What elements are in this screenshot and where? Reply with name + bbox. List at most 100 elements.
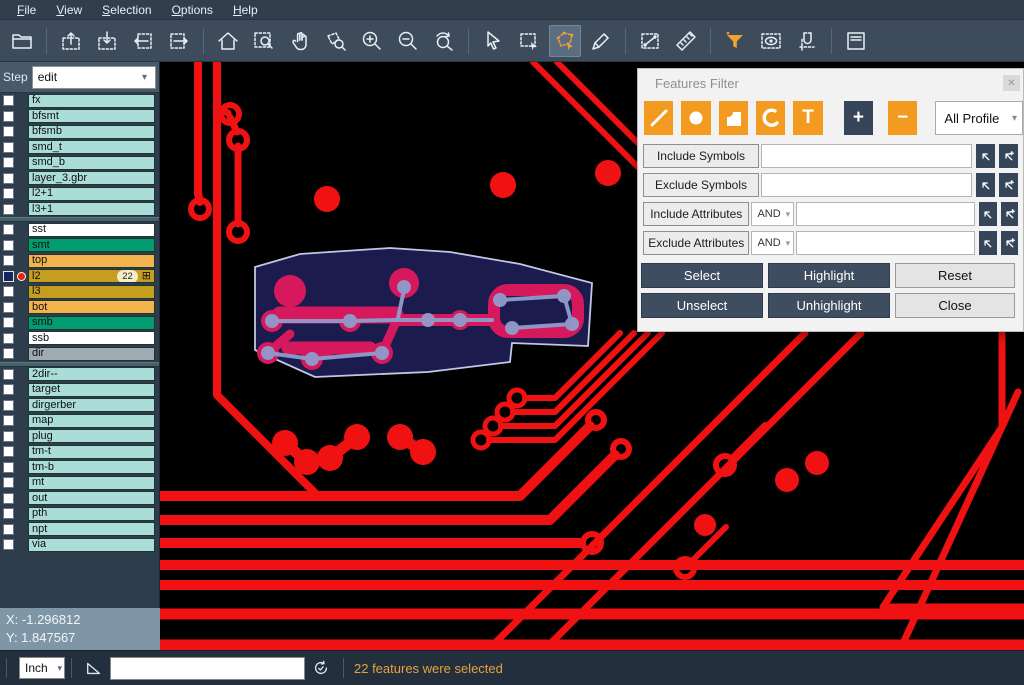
menu-item-file[interactable]: File	[8, 2, 45, 18]
pan-right-icon[interactable]	[163, 25, 195, 57]
zoom-previous-icon[interactable]	[428, 25, 460, 57]
zoom-out-icon[interactable]	[392, 25, 424, 57]
surface-icon[interactable]	[719, 101, 748, 135]
layer-visibility-checkbox[interactable]	[3, 204, 14, 215]
text-icon[interactable]: T	[793, 101, 822, 135]
close-button[interactable]: Close	[895, 293, 1015, 318]
filter-value-input[interactable]	[796, 202, 975, 226]
layer-name-field[interactable]: bfsmt	[28, 109, 155, 123]
menu-item-help[interactable]: Help	[224, 2, 267, 18]
angle-measure-icon[interactable]	[82, 656, 106, 680]
layer-visibility-checkbox[interactable]	[3, 111, 14, 122]
layer-name-field[interactable]: fx	[28, 94, 155, 108]
layer-visibility-checkbox[interactable]	[3, 477, 14, 488]
layer-name-field[interactable]: dirgerber	[28, 398, 155, 412]
pick-arrow-add-icon[interactable]	[1001, 231, 1018, 255]
pick-arrow-add-icon[interactable]	[999, 173, 1018, 197]
layer-name-field[interactable]: mt	[28, 476, 155, 490]
pick-arrow-icon[interactable]	[979, 202, 996, 226]
layer-name-field[interactable]: sst	[28, 223, 155, 237]
layer-visibility-checkbox[interactable]	[3, 126, 14, 137]
select-polygon-icon[interactable]	[549, 25, 581, 57]
layer-visibility-checkbox[interactable]	[3, 188, 14, 199]
layer-name-field[interactable]: 2dir--	[28, 367, 155, 381]
layer-name-field[interactable]: l222⊞	[28, 269, 155, 283]
layer-name-field[interactable]: bfsmb	[28, 125, 155, 139]
select-rect-icon[interactable]	[513, 25, 545, 57]
pick-arrow-icon[interactable]	[979, 231, 996, 255]
unhighlight-button[interactable]: Unhighlight	[768, 293, 890, 318]
layer-name-field[interactable]: tm-b	[28, 460, 155, 474]
unit-select[interactable]: Inch ▾	[19, 657, 65, 679]
layer-visibility-checkbox[interactable]	[3, 95, 14, 106]
unselect-button[interactable]: Unselect	[641, 293, 763, 318]
layers-form-icon[interactable]	[840, 25, 872, 57]
layer-visibility-checkbox[interactable]	[3, 446, 14, 457]
layer-visibility-checkbox[interactable]	[3, 286, 14, 297]
layer-visibility-checkbox[interactable]	[3, 302, 14, 313]
profile-select[interactable]: All Profile ▾	[935, 101, 1023, 135]
layer-name-field[interactable]: via	[28, 538, 155, 552]
dialog-title-bar[interactable]: Features Filter ✕	[638, 69, 1023, 97]
layer-name-field[interactable]: target	[28, 383, 155, 397]
layer-name-field[interactable]: smt	[28, 238, 155, 252]
layer-visibility-checkbox[interactable]	[3, 142, 14, 153]
grid-icon[interactable]: ⊞	[142, 271, 151, 281]
home-icon[interactable]	[212, 25, 244, 57]
layer-visibility-checkbox[interactable]	[3, 271, 14, 282]
pick-arrow-icon[interactable]	[976, 173, 995, 197]
filter-label-button[interactable]: Include Symbols	[643, 144, 759, 168]
pad-icon[interactable]	[681, 101, 710, 135]
layer-visibility-checkbox[interactable]	[3, 384, 14, 395]
layer-name-field[interactable]: tm-t	[28, 445, 155, 459]
layer-name-field[interactable]: npt	[28, 522, 155, 536]
layer-name-field[interactable]: l2+1	[28, 187, 155, 201]
layer-visibility-checkbox[interactable]	[3, 369, 14, 380]
add-filter-icon[interactable]: +	[844, 101, 873, 135]
filter-value-input[interactable]	[761, 144, 972, 168]
pan-left-icon[interactable]	[127, 25, 159, 57]
layer-name-field[interactable]: plug	[28, 429, 155, 443]
menu-item-options[interactable]: Options	[163, 2, 222, 18]
ruler-icon[interactable]	[670, 25, 702, 57]
layer-name-field[interactable]: smd_t	[28, 140, 155, 154]
layer-visibility-checkbox[interactable]	[3, 431, 14, 442]
layer-visibility-checkbox[interactable]	[3, 333, 14, 344]
layer-visibility-checkbox[interactable]	[3, 400, 14, 411]
reset-button[interactable]: Reset	[895, 263, 1015, 288]
refresh-icon[interactable]	[309, 656, 333, 680]
layer-name-field[interactable]: layer_3.gbr	[28, 171, 155, 185]
highlight-button[interactable]: Highlight	[768, 263, 890, 288]
pick-arrow-icon[interactable]	[976, 144, 995, 168]
layer-visibility-checkbox[interactable]	[3, 348, 14, 359]
layer-name-field[interactable]: l3+1	[28, 202, 155, 216]
layer-visibility-checkbox[interactable]	[3, 508, 14, 519]
select-button[interactable]: Select	[641, 263, 763, 288]
command-input[interactable]	[110, 657, 305, 680]
open-folder-icon[interactable]	[6, 25, 38, 57]
pan-hand-icon[interactable]	[284, 25, 316, 57]
layer-visibility-checkbox[interactable]	[3, 462, 14, 473]
layer-visibility-checkbox[interactable]	[3, 224, 14, 235]
measure-line-icon[interactable]	[634, 25, 666, 57]
filter-value-input[interactable]	[761, 173, 972, 197]
remove-filter-icon[interactable]: −	[888, 101, 917, 135]
layer-visibility-checkbox[interactable]	[3, 524, 14, 535]
pick-arrow-add-icon[interactable]	[1001, 202, 1018, 226]
layer-name-field[interactable]: l3	[28, 285, 155, 299]
layer-visibility-checkbox[interactable]	[3, 255, 14, 266]
zoom-in-icon[interactable]	[356, 25, 388, 57]
close-icon[interactable]: ✕	[1003, 75, 1020, 91]
filter-label-button[interactable]: Exclude Symbols	[643, 173, 759, 197]
step-select[interactable]: edit ▾	[32, 66, 156, 89]
filter-label-button[interactable]: Include Attributes	[643, 202, 749, 226]
show-eye-icon[interactable]	[755, 25, 787, 57]
filter-label-button[interactable]: Exclude Attributes	[643, 231, 749, 255]
layer-name-field[interactable]: pth	[28, 507, 155, 521]
and-or-select[interactable]: AND▾	[751, 202, 794, 226]
menu-item-view[interactable]: View	[47, 2, 91, 18]
layer-name-field[interactable]: out	[28, 491, 155, 505]
layer-name-field[interactable]: ssb	[28, 331, 155, 345]
zoom-polygon-icon[interactable]	[320, 25, 352, 57]
layer-name-field[interactable]: map	[28, 414, 155, 428]
